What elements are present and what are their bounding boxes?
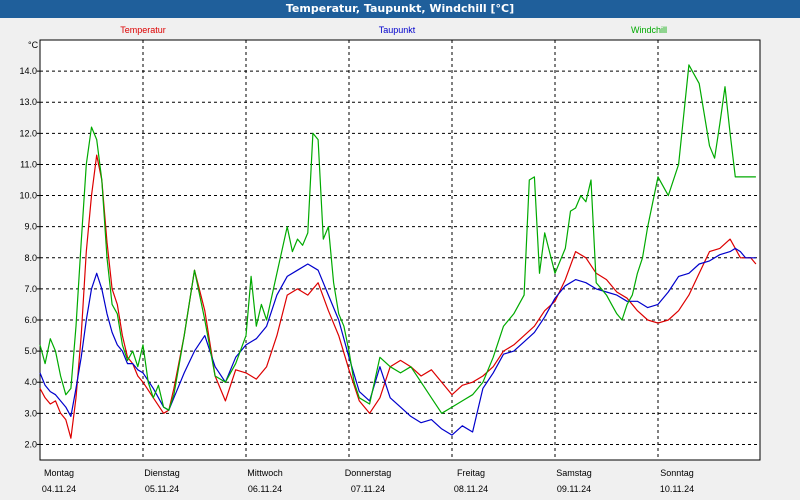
x-tick-label-date: 09.11.24 xyxy=(557,484,591,494)
y-tick-label: 2.0 xyxy=(24,439,37,449)
x-tick-label-date: 07.11.24 xyxy=(351,484,385,494)
y-tick-label: 5.0 xyxy=(24,346,37,356)
legend-item: Taupunkt xyxy=(379,25,416,35)
x-tick-label-day: Freitag xyxy=(457,468,485,478)
y-tick-label: 10.0 xyxy=(19,191,37,201)
x-tick-label-day: Montag xyxy=(44,468,74,478)
legend-item: Windchill xyxy=(631,25,667,35)
y-tick-label: 11.0 xyxy=(20,159,37,169)
x-tick-label-date: 08.11.24 xyxy=(454,484,488,494)
x-tick-label-day: Mittwoch xyxy=(247,468,283,478)
legend-item: Temperatur xyxy=(120,25,166,35)
x-tick-label-day: Donnerstag xyxy=(345,468,392,478)
y-axis-unit: °C xyxy=(28,40,39,50)
chart-canvas: 2.0 3.0 4.0 5.0 6.0 7.0 8.0 9.0 10.0 11.0 12.0 13.0… xyxy=(19,25,761,494)
chart-window: Temperatur, Taupunkt, Windchill [°C] 2.0… xyxy=(0,0,800,500)
x-tick-label-day: Dienstag xyxy=(144,468,180,478)
y-tick-label: 6.0 xyxy=(24,315,37,325)
y-tick-label: 4.0 xyxy=(24,377,37,387)
x-tick-label-day: Sonntag xyxy=(660,468,694,478)
y-tick-label: 7.0 xyxy=(24,284,37,294)
y-tick-label: 14.0 xyxy=(19,66,37,76)
x-tick-label-day: Samstag xyxy=(556,468,592,478)
x-tick-label-date: 05.11.24 xyxy=(145,484,179,494)
x-tick-label-date: 06.11.24 xyxy=(248,484,282,494)
x-tick-label-date: 10.11.24 xyxy=(660,484,694,494)
y-tick-label: 3.0 xyxy=(24,408,37,418)
y-tick-label: 9.0 xyxy=(24,222,37,232)
y-tick-label: 13.0 xyxy=(19,97,37,107)
x-tick-label-date: 04.11.24 xyxy=(42,484,76,494)
y-tick-label: 12.0 xyxy=(19,128,37,138)
y-tick-label: 8.0 xyxy=(24,253,37,263)
plot-area xyxy=(39,39,761,461)
